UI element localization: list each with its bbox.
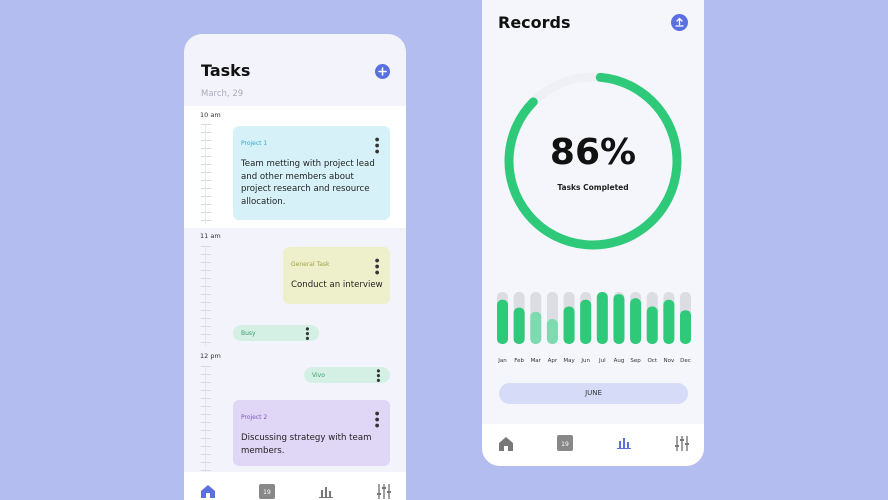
completion-label: Tasks Completed <box>557 183 629 192</box>
bar-jul[interactable] <box>596 292 608 344</box>
time-label-11am: 11 am <box>200 232 221 240</box>
month-label: Aug <box>614 358 625 364</box>
timeline-ticks <box>201 124 211 224</box>
month-label: Jan <box>497 358 507 364</box>
task-tag: Project 2 <box>241 414 268 421</box>
bar-mar[interactable] <box>530 311 542 344</box>
completion-percent: 86% <box>549 132 637 173</box>
tasks-title: Tasks <box>201 61 251 80</box>
plus-icon <box>378 67 387 76</box>
task-pill-vivo[interactable]: Vivo ••• <box>304 367 390 383</box>
upload-button[interactable] <box>671 14 688 31</box>
records-bottom-nav: 19 <box>482 424 704 466</box>
month-label: Oct <box>647 358 657 364</box>
chart-icon[interactable] <box>319 485 333 498</box>
bar-oct[interactable] <box>646 306 658 344</box>
more-options-icon[interactable]: ••• <box>372 368 382 382</box>
tasks-date: March, 29 <box>201 89 244 99</box>
time-label-10am: 10 am <box>200 111 221 119</box>
bar-jun[interactable] <box>580 299 592 344</box>
home-icon[interactable] <box>200 484 216 498</box>
task-tag: Vivo <box>312 372 325 379</box>
month-label: Sep <box>630 358 641 364</box>
bar-apr[interactable] <box>546 319 558 344</box>
month-label: Jul <box>598 358 606 364</box>
records-title: Records <box>498 13 571 32</box>
time-label-12pm: 12 pm <box>200 352 221 360</box>
tasks-bottom-nav: 19 <box>184 472 406 500</box>
bar-jan[interactable] <box>497 299 508 344</box>
task-tag: Busy <box>241 330 256 337</box>
month-label: May <box>563 358 575 364</box>
home-icon[interactable] <box>498 436 514 451</box>
task-tag: Project 1 <box>241 140 268 147</box>
calendar-icon[interactable]: 19 <box>557 435 573 451</box>
more-options-icon[interactable]: ••• <box>370 410 383 428</box>
month-label: Jun <box>580 358 590 364</box>
bar-feb[interactable] <box>513 307 525 344</box>
upload-icon <box>675 17 684 27</box>
timeline-ticks <box>201 246 211 346</box>
task-tag: General Task <box>291 261 330 268</box>
month-label: Mar <box>531 358 542 364</box>
monthly-bar-chart: Jan Feb Mar Apr May Jun Jul Aug Sep Oct Nov Dec <box>497 292 691 364</box>
month-label: Nov <box>663 358 674 364</box>
month-label: Feb <box>514 358 524 364</box>
more-options-icon[interactable]: ••• <box>370 136 383 154</box>
timeline-ticks <box>201 366 211 472</box>
calendar-icon[interactable]: 19 <box>259 484 275 499</box>
more-options-icon[interactable]: ••• <box>301 326 311 340</box>
task-pill-busy[interactable]: Busy ••• <box>233 325 319 341</box>
month-label: Apr <box>548 358 558 364</box>
calendar-day: 19 <box>263 489 271 496</box>
bar-dec[interactable] <box>680 310 691 344</box>
settings-sliders-icon[interactable] <box>674 436 690 451</box>
task-description: Discussing strategy with team members. <box>241 433 372 456</box>
selected-month-button[interactable]: JUNE <box>499 383 688 404</box>
bar-may[interactable] <box>563 306 575 344</box>
task-card-general[interactable]: General Task ••• Conduct an interview <box>283 247 390 304</box>
task-card-project2[interactable]: Project 2 ••• Discussing strategy with t… <box>233 400 390 466</box>
bar-sep[interactable] <box>630 298 642 344</box>
task-description: Conduct an interview <box>291 280 383 290</box>
more-options-icon[interactable]: ••• <box>370 257 383 275</box>
add-task-button[interactable] <box>375 64 390 79</box>
chart-icon[interactable] <box>617 436 631 449</box>
task-description: Team metting with project lead and other… <box>241 159 375 207</box>
month-label: Dec <box>680 358 691 364</box>
calendar-day: 19 <box>561 441 569 448</box>
bar-aug[interactable] <box>613 294 625 344</box>
task-card-project1[interactable]: Project 1 ••• Team metting with project … <box>233 126 390 220</box>
settings-sliders-icon[interactable] <box>376 484 392 499</box>
bar-nov[interactable] <box>663 299 675 344</box>
